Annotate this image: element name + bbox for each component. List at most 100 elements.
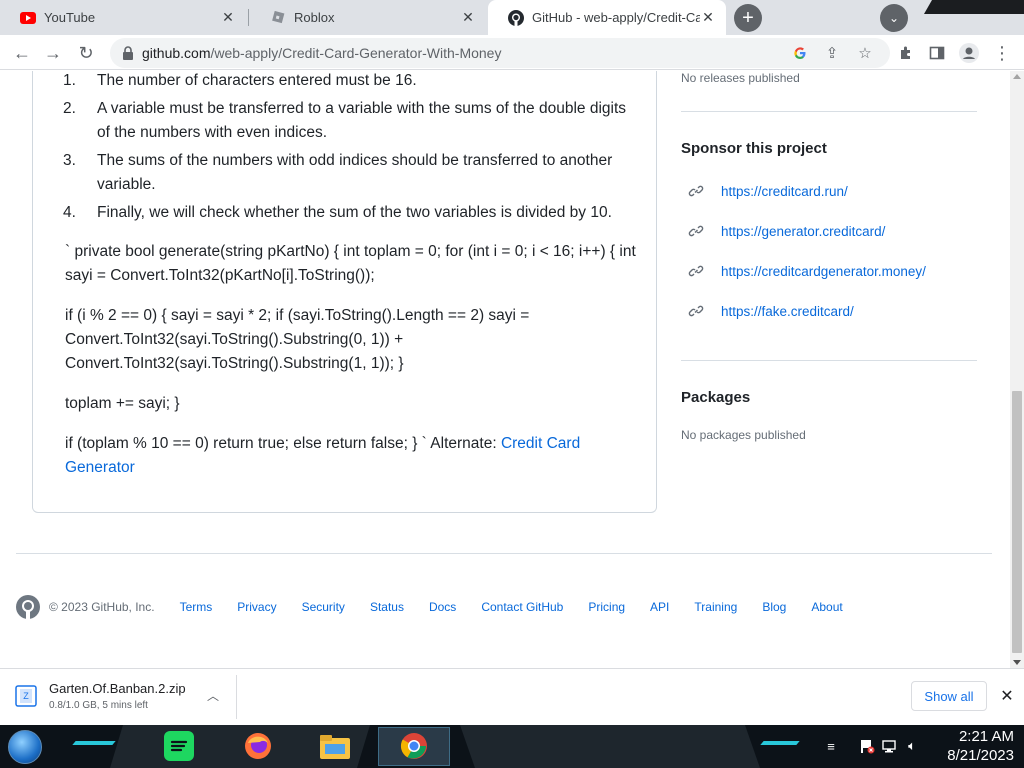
tab-title: GitHub - web-apply/Credit-Card- — [532, 10, 700, 25]
list-item-text: The sums of the numbers with odd indices… — [97, 152, 613, 193]
list-item-text: The number of characters entered must be… — [97, 72, 417, 89]
footer-link-contact[interactable]: Contact GitHub — [481, 600, 563, 614]
github-logo-icon[interactable] — [16, 595, 40, 619]
divider — [681, 111, 977, 112]
google-icon[interactable] — [790, 43, 810, 63]
close-tab-icon[interactable]: ✕ — [700, 9, 716, 26]
list-number: 2. — [63, 100, 76, 117]
browser-toolbar: ← → ↻ github.com/web-apply/Credit-Card-G… — [0, 35, 1024, 70]
releases-empty-text: No releases published — [681, 71, 800, 85]
system-clock[interactable]: 2:21 AM 8/21/2023 — [930, 727, 1014, 765]
file-explorer-icon[interactable] — [318, 729, 352, 763]
footer-link-training[interactable]: Training — [694, 600, 737, 614]
link-icon — [688, 303, 704, 319]
new-tab-button[interactable]: + — [734, 4, 762, 32]
clock-date: 8/21/2023 — [947, 747, 1014, 764]
sponsor-link[interactable]: https://creditcardgenerator.money/ — [688, 263, 926, 279]
tab-separator — [248, 9, 249, 26]
list-number: 3. — [63, 152, 76, 169]
sponsor-link-text[interactable]: https://creditcard.run/ — [721, 184, 848, 199]
download-item[interactable]: Z Garten.Of.Banban.2.zip 0.8/1.0 GB, 5 m… — [14, 681, 186, 711]
menu-kebab-icon[interactable]: ⋮ — [987, 38, 1017, 68]
tab-roblox[interactable]: Roblox ✕ — [250, 0, 486, 35]
footer-link-status[interactable]: Status — [370, 600, 404, 614]
sponsor-link[interactable]: https://creditcard.run/ — [688, 183, 848, 199]
taskbar: ≡ 🔈︎ 2:21 AM 8/21/2023 — [0, 725, 1024, 768]
youtube-icon — [20, 10, 36, 26]
list-item: 2. A variable must be transferred to a va… — [63, 97, 640, 145]
tab-search-button[interactable]: ⌄ — [880, 4, 908, 32]
vertical-scrollbar[interactable] — [1010, 71, 1024, 668]
flag-icon[interactable] — [858, 737, 876, 755]
star-icon[interactable]: ☆ — [855, 43, 875, 63]
side-panel-icon[interactable] — [922, 38, 952, 68]
scroll-down-arrow-icon[interactable] — [1013, 660, 1021, 665]
footer-copyright: © 2023 GitHub, Inc. — [49, 600, 155, 614]
code-text: if (toplam % 10 == 0) return true; else … — [65, 435, 501, 452]
tab-youtube[interactable]: YouTube ✕ — [0, 0, 246, 35]
list-item-text: Finally, we will check whether the sum o… — [97, 204, 612, 221]
url-host: github.com — [142, 45, 211, 61]
download-filename: Garten.Of.Banban.2.zip — [49, 681, 186, 696]
footer-link-terms[interactable]: Terms — [180, 600, 213, 614]
sponsor-link-text[interactable]: https://fake.creditcard/ — [721, 304, 854, 319]
sponsor-heading[interactable]: Sponsor this project — [681, 140, 827, 157]
share-icon[interactable]: ⇪ — [822, 43, 842, 63]
close-tab-icon[interactable]: ✕ — [460, 9, 476, 26]
download-status: 0.8/1.0 GB, 5 mins left — [49, 700, 148, 711]
tray-overflow-icon[interactable]: ≡ — [822, 737, 840, 755]
footer-link-privacy[interactable]: Privacy — [237, 600, 276, 614]
footer-link-api[interactable]: API — [650, 600, 669, 614]
list-item-text: A variable must be transferred to a vari… — [97, 100, 627, 141]
github-icon — [508, 9, 524, 26]
link-icon — [688, 263, 704, 279]
sponsor-link-text[interactable]: https://creditcardgenerator.money/ — [721, 264, 926, 279]
volume-icon[interactable]: 🔈︎ — [903, 737, 921, 755]
lock-icon[interactable] — [120, 45, 136, 61]
steps-list: 1. The number of characters entered must … — [63, 71, 640, 229]
code-paragraph: toplam += sayi; } — [65, 395, 180, 412]
close-tab-icon[interactable]: ✕ — [220, 9, 236, 26]
footer-link-docs[interactable]: Docs — [429, 600, 456, 614]
back-arrow-icon[interactable]: ← — [7, 38, 37, 68]
sponsor-link-text[interactable]: https://generator.creditcard/ — [721, 224, 885, 239]
download-separator — [236, 675, 237, 719]
scrollbar-thumb[interactable] — [1012, 391, 1022, 653]
footer-link-about[interactable]: About — [811, 600, 842, 614]
chevron-up-icon[interactable]: ︿ — [205, 687, 221, 703]
address-bar[interactable]: github.com/web-apply/Credit-Card-Generat… — [110, 38, 890, 68]
close-icon[interactable]: ✕ — [997, 686, 1017, 706]
tab-github[interactable]: GitHub - web-apply/Credit-Card- ✕ — [488, 0, 726, 35]
roblox-icon — [270, 10, 286, 26]
tab-strip: YouTube ✕ Roblox ✕ GitHub - web-apply/Cr… — [0, 0, 1024, 35]
forward-arrow-icon[interactable]: → — [38, 38, 68, 68]
show-all-button[interactable]: Show all — [911, 681, 987, 711]
clock-time: 2:21 AM — [958, 728, 1014, 745]
network-icon[interactable] — [880, 737, 898, 755]
spotify-like-app-icon[interactable] — [162, 729, 196, 763]
reload-icon[interactable]: ↻ — [71, 38, 101, 68]
code-paragraph: ` private bool generate(string pKartNo) … — [65, 243, 636, 284]
packages-heading[interactable]: Packages — [681, 389, 750, 406]
footer-link-security[interactable]: Security — [302, 600, 345, 614]
sponsor-link[interactable]: https://generator.creditcard/ — [688, 223, 885, 239]
footer-link-blog[interactable]: Blog — [762, 600, 786, 614]
svg-text:Z: Z — [23, 691, 29, 701]
tab-title: YouTube — [44, 10, 96, 25]
profile-avatar-icon[interactable] — [954, 38, 984, 68]
footer-divider — [16, 553, 992, 554]
code-paragraph: if (i % 2 == 0) { sayi = sayi * 2; if (s… — [65, 307, 530, 372]
firefox-icon[interactable] — [241, 729, 275, 763]
sponsor-link[interactable]: https://fake.creditcard/ — [688, 303, 854, 319]
start-button[interactable] — [8, 730, 42, 764]
taskbar-decoration — [460, 725, 760, 768]
extensions-icon[interactable] — [891, 38, 921, 68]
url-text[interactable]: github.com/web-apply/Credit-Card-Generat… — [142, 45, 501, 61]
chrome-icon[interactable] — [397, 729, 431, 763]
footer-link-pricing[interactable]: Pricing — [588, 600, 625, 614]
list-number: 1. — [63, 72, 76, 89]
url-path: /web-apply/Credit-Card-Generator-With-Mo… — [210, 45, 502, 61]
taskbar-accent — [760, 741, 800, 745]
scroll-up-arrow-icon[interactable] — [1013, 74, 1021, 79]
window-frame-decoration — [924, 0, 1024, 14]
